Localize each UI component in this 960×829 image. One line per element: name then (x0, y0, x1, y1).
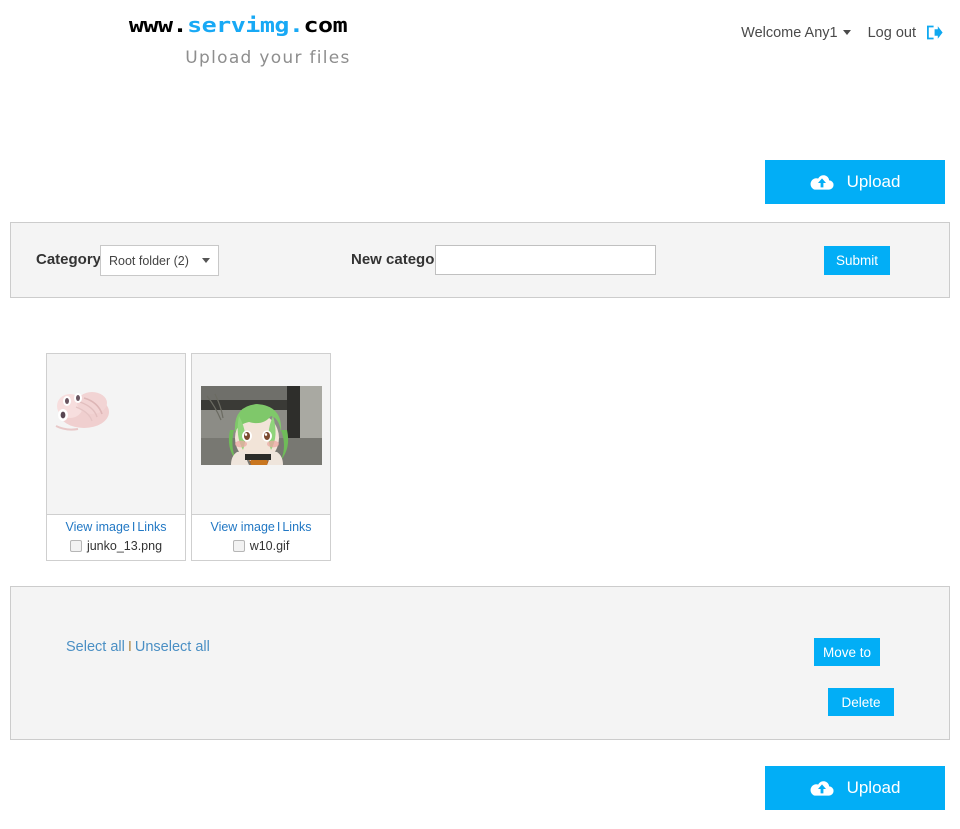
logo-com: com (303, 13, 348, 37)
upload-button-top[interactable]: Upload (765, 160, 945, 204)
category-select[interactable]: Root folder (2) (100, 245, 219, 276)
chevron-down-icon (202, 258, 210, 263)
card-links: View image I Links (47, 519, 185, 536)
unselect-all-link[interactable]: Unselect all (135, 639, 210, 655)
link-separator: I (127, 639, 132, 655)
user-menu-area: Welcome Any1 Log out (741, 23, 944, 42)
thumbnail-area[interactable] (192, 354, 330, 514)
upload-button-bottom-label: Upload (846, 778, 901, 797)
select-image-checkbox[interactable] (69, 540, 82, 552)
gallery-card: View image I Links junko_13.png (46, 353, 186, 561)
cloud-upload-icon (810, 173, 834, 192)
welcome-user-dropdown[interactable]: Welcome Any1 (741, 24, 851, 41)
cloud-upload-icon (810, 779, 834, 798)
delete-button[interactable]: Delete (828, 688, 894, 716)
logo-brand: servimg (187, 13, 289, 37)
links-link[interactable]: Links (282, 520, 311, 534)
card-meta: View image I Links w10.gif (192, 514, 330, 560)
card-filename: w10.gif (249, 539, 290, 553)
select-image-checkbox[interactable] (232, 540, 245, 552)
new-category-input[interactable] (435, 245, 656, 275)
link-separator: I (131, 520, 136, 534)
view-image-link[interactable]: View image (65, 520, 129, 534)
logo-tagline: Upload your files (185, 48, 351, 68)
thumbnail-area[interactable] (47, 354, 185, 514)
logout-link[interactable]: Log out (868, 25, 916, 41)
card-filename-row: junko_13.png (47, 539, 185, 553)
thumbnail-image-junko (54, 386, 111, 431)
logo-www: www. (128, 13, 188, 37)
new-category-label: New category (351, 251, 449, 268)
select-all-link[interactable]: Select all (66, 639, 125, 655)
link-separator: I (276, 520, 281, 534)
actions-panel: Select all I Unselect all (10, 586, 950, 740)
view-image-link[interactable]: View image (210, 520, 274, 534)
card-links: View image I Links (192, 519, 330, 536)
upload-button-bottom[interactable]: Upload (765, 766, 945, 810)
chevron-down-icon (842, 30, 851, 35)
upload-button-top-label: Upload (846, 172, 901, 191)
category-label: Category (36, 251, 102, 268)
image-grid: View image I Links junko_13.png View ima… (46, 353, 331, 561)
thumbnail-image-w10 (201, 386, 322, 465)
gallery-card: View image I Links w10.gif (191, 353, 331, 561)
card-meta: View image I Links junko_13.png (47, 514, 185, 560)
card-filename: junko_13.png (86, 539, 163, 553)
page-header: www.servimg.com Upload your files Welcom… (0, 0, 960, 90)
submit-button[interactable]: Submit (824, 246, 890, 275)
site-logo[interactable]: www.servimg.com Upload your files (78, 14, 398, 68)
move-to-button[interactable]: Move to (814, 638, 880, 666)
card-filename-row: w10.gif (192, 539, 330, 553)
category-select-value: Root folder (2) (109, 253, 189, 268)
logo-dot: . (288, 13, 304, 37)
welcome-user-label: Welcome Any1 (741, 24, 838, 41)
sign-out-icon[interactable] (925, 23, 944, 42)
page-root: www.servimg.com Upload your files Welcom… (0, 0, 960, 829)
links-link[interactable]: Links (137, 520, 166, 534)
select-all-links: Select all I Unselect all (66, 639, 210, 655)
logo-wordmark: www.servimg.com (78, 14, 398, 37)
